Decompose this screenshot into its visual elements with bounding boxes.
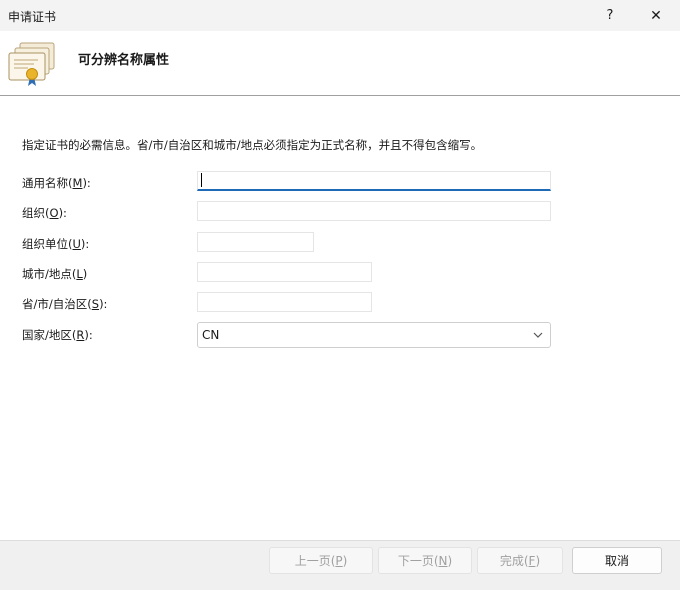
state-input[interactable] <box>197 292 372 312</box>
help-icon: ? <box>606 8 614 23</box>
help-button[interactable]: ? <box>588 0 632 31</box>
organization-input[interactable] <box>197 201 551 221</box>
country-select[interactable]: CN <box>197 322 551 348</box>
close-button[interactable]: ✕ <box>634 0 678 31</box>
instruction-text: 指定证书的必需信息。省/市/自治区和城市/地点必须指定为正式名称，并且不得包含缩… <box>22 138 483 152</box>
form-area: 指定证书的必需信息。省/市/自治区和城市/地点必须指定为正式名称，并且不得包含缩… <box>0 96 680 540</box>
finish-button[interactable]: 完成(F) <box>477 547 563 574</box>
page-title: 可分辨名称属性 <box>78 53 170 68</box>
wizard-footer: 上一页(P) 下一页(N) 完成(F) 取消 <box>0 540 680 590</box>
prev-button[interactable]: 上一页(P) <box>269 547 373 574</box>
organization-label: 组织(O): <box>22 206 67 220</box>
org-unit-label: 组织单位(U): <box>22 237 90 251</box>
country-select-value: CN <box>202 328 220 342</box>
certificate-icon <box>8 42 55 86</box>
state-label: 省/市/自治区(S): <box>22 297 108 311</box>
cancel-button[interactable]: 取消 <box>572 547 662 574</box>
wizard-header: 可分辨名称属性 <box>0 31 680 96</box>
common-name-label: 通用名称(M): <box>22 176 91 190</box>
org-unit-input[interactable] <box>197 232 314 252</box>
chevron-down-icon <box>533 332 543 338</box>
city-label: 城市/地点(L) <box>22 267 88 281</box>
title-bar: 申请证书 ? ✕ <box>0 0 680 31</box>
text-caret <box>201 173 202 187</box>
common-name-input[interactable] <box>197 171 551 191</box>
window-title: 申请证书 <box>8 10 57 24</box>
country-label: 国家/地区(R): <box>22 328 93 342</box>
city-input[interactable] <box>197 262 372 282</box>
next-button[interactable]: 下一页(N) <box>378 547 472 574</box>
close-icon: ✕ <box>650 7 662 24</box>
